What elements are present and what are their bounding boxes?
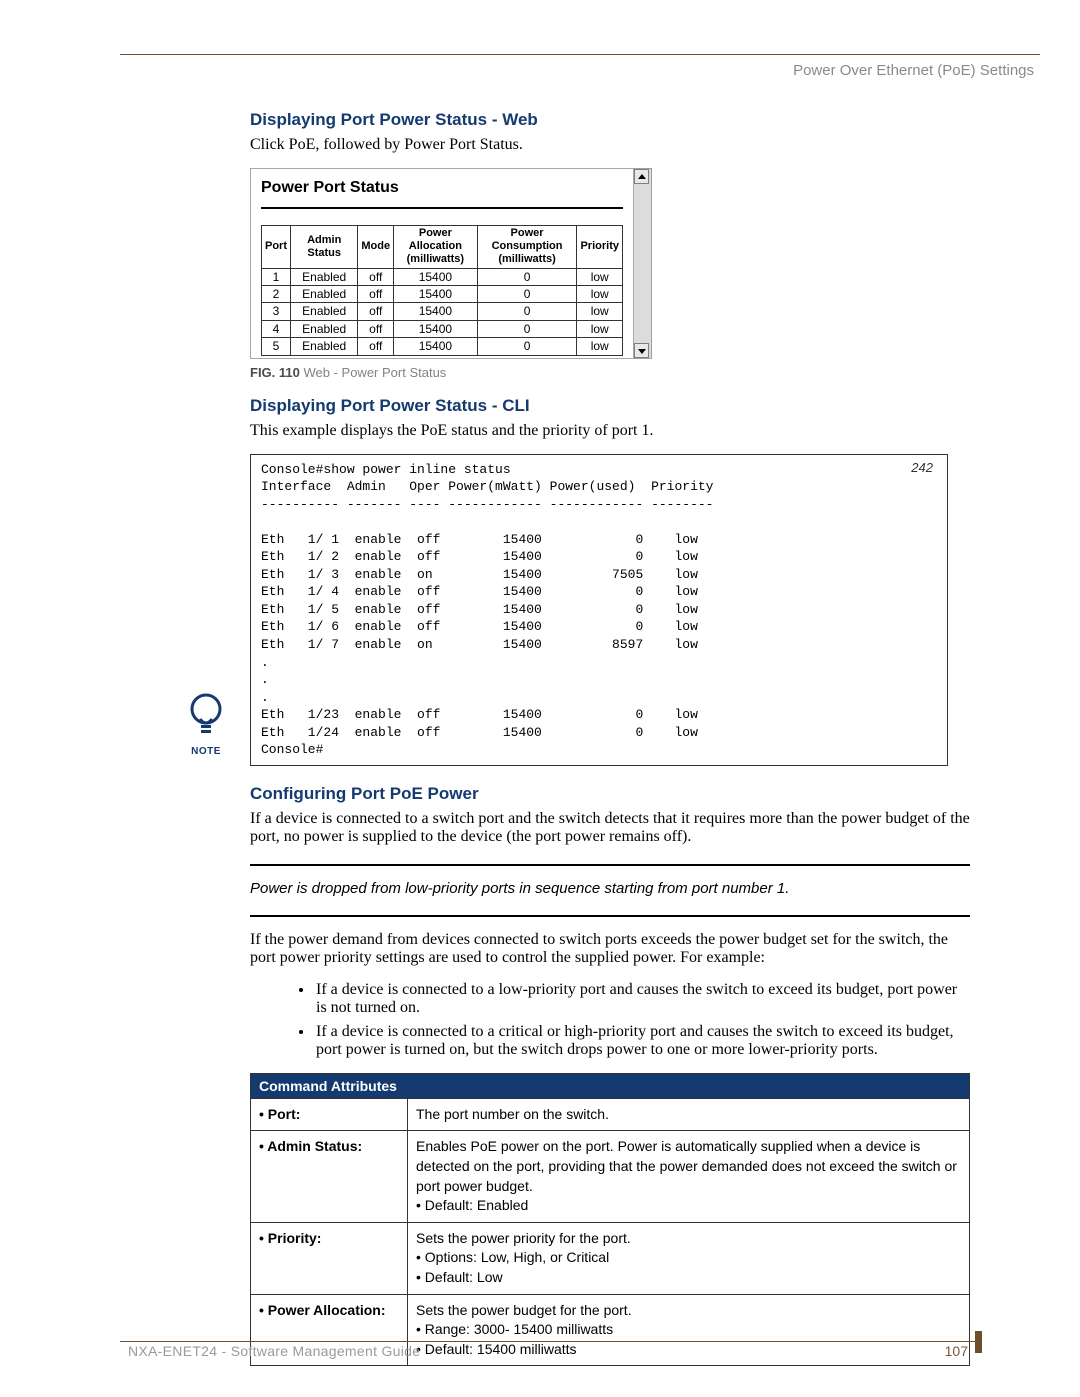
cmd-header: Command Attributes [251, 1073, 970, 1098]
table-row: • Admin Status:Enables PoE power on the … [251, 1131, 970, 1222]
col-priority: Priority [577, 226, 623, 269]
col-consume: Power Consumption(milliwatts) [477, 226, 577, 269]
cli-output: 242Console#show power inline status Inte… [250, 454, 948, 766]
heading-config: Configuring Port PoE Power [250, 784, 970, 804]
para-config-1: If a device is connected to a switch por… [250, 810, 970, 846]
cmd-cell: Sets the power budget for the port.• Ran… [408, 1294, 970, 1366]
cmd-cell: Sets the power priority for the port.• O… [408, 1222, 970, 1294]
list-item: If a device is connected to a critical o… [314, 1023, 970, 1059]
power-port-status-table: Port Admin Status Mode Power Allocation(… [261, 225, 623, 356]
bullet-list: If a device is connected to a low-priori… [250, 981, 970, 1059]
footer-title: NXA-ENET24 - Software Management Guide [128, 1343, 420, 1359]
footer-accent [975, 1331, 982, 1353]
table-row: 4Enabledoff154000low [262, 320, 623, 337]
note-label: NOTE [176, 746, 236, 757]
para-web: Click PoE, followed by Power Port Status… [250, 136, 970, 154]
figure-caption: FIG. 110 Web - Power Port Status [250, 365, 970, 380]
screenshot-power-port-status: Power Port Status Port Admin Status Mode… [250, 168, 970, 359]
para-config-2: If the power demand from devices connect… [250, 931, 970, 967]
para-cli: This example displays the PoE status and… [250, 422, 970, 440]
header-rule [120, 54, 1040, 55]
command-attributes-table: Command Attributes • Port:The port numbe… [250, 1073, 970, 1367]
scroll-down-icon[interactable] [634, 343, 649, 358]
table-row: 1Enabledoff154000low [262, 268, 623, 285]
table-row: 3Enabledoff154000low [262, 303, 623, 320]
note-callout: NOTE [176, 691, 236, 757]
scrollbar[interactable] [634, 168, 652, 359]
note-text: Power is dropped from low-priority ports… [250, 880, 970, 897]
cmd-cell: Enables PoE power on the port. Power is … [408, 1131, 970, 1222]
list-item: If a device is connected to a low-priori… [314, 981, 970, 1017]
heading-web: Displaying Port Power Status - Web [250, 110, 970, 130]
heading-cli: Displaying Port Power Status - CLI [250, 396, 970, 416]
header-section-title: Power Over Ethernet (PoE) Settings [793, 62, 1034, 79]
scroll-up-icon[interactable] [634, 169, 649, 184]
table-row: 2Enabledoff154000low [262, 285, 623, 302]
cmd-cell: The port number on the switch. [408, 1098, 970, 1131]
footer-rule [120, 1341, 982, 1342]
table-row: 5Enabledoff154000low [262, 338, 623, 355]
col-alloc: Power Allocation(milliwatts) [394, 226, 478, 269]
col-admin: Admin Status [291, 226, 358, 269]
table-row: • Priority:Sets the power priority for t… [251, 1222, 970, 1294]
cli-side-number: 242 [911, 459, 933, 477]
screenshot-title: Power Port Status [251, 169, 633, 197]
page-number: 107 [945, 1343, 968, 1359]
table-row: • Port:The port number on the switch. [251, 1098, 970, 1131]
lightbulb-icon [186, 691, 226, 739]
col-mode: Mode [358, 226, 394, 269]
col-port: Port [262, 226, 291, 269]
